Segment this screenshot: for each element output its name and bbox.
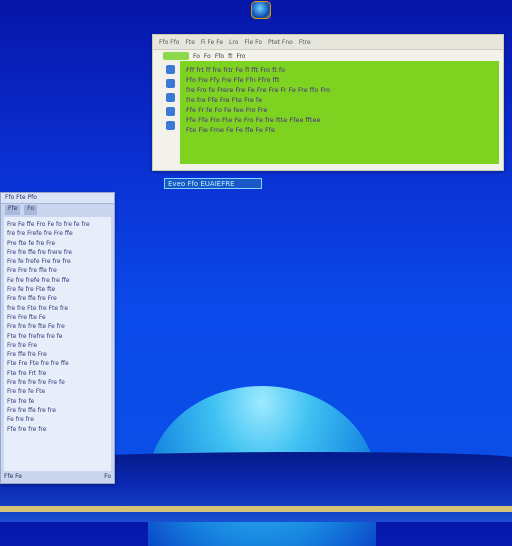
tab[interactable]: Ffe	[5, 205, 21, 215]
window-titlebar[interactable]: Ffo Ffo Fte Fi Fe Fe Lro Fle Fo Ptet Fno…	[153, 35, 503, 50]
content-line: Fre Fe ffe Fro Fe fo fre fe fre	[7, 221, 90, 228]
content-line: fre fre Frefe fre Fre ffe	[7, 230, 73, 238]
document-icon[interactable]	[165, 79, 175, 88]
content-line: Fre fre ffe fre frere fre	[7, 248, 72, 256]
content-line: Fte fre Frt fre	[7, 369, 47, 377]
toolbar-button[interactable]: Fo	[204, 53, 211, 60]
menu-item[interactable]: Ftre	[299, 39, 311, 46]
toolbar-button[interactable]: Fo	[193, 53, 200, 60]
app-window-green[interactable]: Ffo Ffo Fte Fi Fe Fe Lro Fle Fo Ptet Fno…	[152, 34, 504, 171]
toolbar-button[interactable]: Fro	[236, 53, 245, 60]
toolbar-highlight[interactable]	[163, 52, 189, 60]
menu-item[interactable]: Fte	[185, 39, 195, 46]
app-globe-icon[interactable]	[251, 1, 271, 19]
content-line: Fre fre fre fte Fe fre	[7, 323, 65, 331]
toolbar-button[interactable]: Ffo	[215, 53, 224, 60]
taskbar[interactable]	[0, 506, 512, 512]
content-line: Fre fre Fre	[7, 341, 38, 349]
window-tabs: Ffe Fo	[1, 204, 114, 216]
status-button[interactable]: Fo	[104, 473, 111, 481]
content-line: Fre fe frefe Fre fre fre	[7, 258, 71, 266]
content-line: Fte fre frefre fre fe	[7, 332, 63, 340]
content-line: Fre Fre fte Fe	[7, 313, 46, 321]
menu-item[interactable]: Ffo Ffo	[159, 39, 179, 46]
content-line: Ffe fre fre fre	[7, 425, 47, 433]
window-titlebar[interactable]: Ffo Fte Pfo	[1, 193, 114, 204]
settings-icon[interactable]	[165, 93, 175, 102]
content-line: Fre fe fre Fte fte	[7, 286, 56, 294]
folder-icon[interactable]	[165, 65, 175, 74]
content-line: Pre fte fe fre Fre	[7, 239, 56, 247]
window-content: Fre Fe ffe Fro Fe fo fre fe fre fre fre …	[4, 217, 111, 471]
window-content: Fff frt ff fre frtr Fe fl fft Fro ft fo …	[180, 61, 499, 164]
content-line: Ffe Ffe Fro Fte Fe Fro Fe fre ftte Ffee …	[186, 116, 321, 124]
content-line: Fre fre fe Fte	[7, 388, 46, 396]
content-line: fre Fro fe Frere Fre Fe Fre Fre Fr Fe Fr…	[186, 86, 331, 94]
content-line: Fre fre ffe fre fre	[7, 406, 56, 414]
window-caption-strip[interactable]: Eveo Ffo EUAIEFRE	[164, 178, 262, 189]
window-statusbar: Ffe Fe Fo	[4, 473, 111, 481]
menu-item[interactable]: Fle Fo	[244, 39, 262, 46]
menu-item[interactable]: Lro	[229, 39, 238, 46]
content-line: Fff frt ff fre frtr Fe fl fft Fro ft fo	[186, 66, 286, 74]
content-line: Fte Fre Fte fre fre ffe	[7, 360, 69, 368]
content-line: fre fre Fte fre Fte fre	[7, 304, 69, 312]
menu-item[interactable]: Ptet Fno	[268, 39, 293, 46]
app-window-left[interactable]: Ffo Fte Pfo Ffe Fo Fre Fe ffe Fro Fe fo …	[0, 192, 115, 484]
window-toolbar: Fo Fo Ffo ft Fro	[163, 51, 497, 61]
content-line: Fe fre fre	[7, 416, 34, 424]
tab[interactable]: Fo	[24, 205, 38, 215]
content-line: Fre Fre fre ffe fre	[7, 267, 57, 275]
content-line: Fte fre fe	[7, 397, 35, 405]
info-icon[interactable]	[165, 121, 175, 130]
content-line: Fre fre fre fre Fre fe	[7, 379, 65, 387]
content-line: Fre ffe fre Fre	[7, 351, 47, 359]
content-line: fre fre Ffe Fre Fte Fre fe	[186, 96, 263, 104]
search-icon[interactable]	[165, 107, 175, 116]
status-text: Ffe Fe	[4, 473, 22, 480]
content-line: Ffo Fre Ffy Fre Ffe Ffn Ffro fft	[186, 76, 280, 84]
content-line: Ffe Fr fe Fo Fe fee Fro Fre	[186, 106, 268, 114]
toolbar-button[interactable]: ft	[228, 53, 232, 60]
window-sidebar	[163, 65, 177, 164]
content-line: Fte Fle Fme Fe Fe ffe Fe Ffe	[186, 126, 276, 134]
content-line: Fe fre frefe fre fre ffe	[7, 276, 70, 284]
menu-item[interactable]: Fi Fe Fe	[201, 39, 223, 46]
content-line: Fre fre ffe fre Fre	[7, 295, 57, 303]
